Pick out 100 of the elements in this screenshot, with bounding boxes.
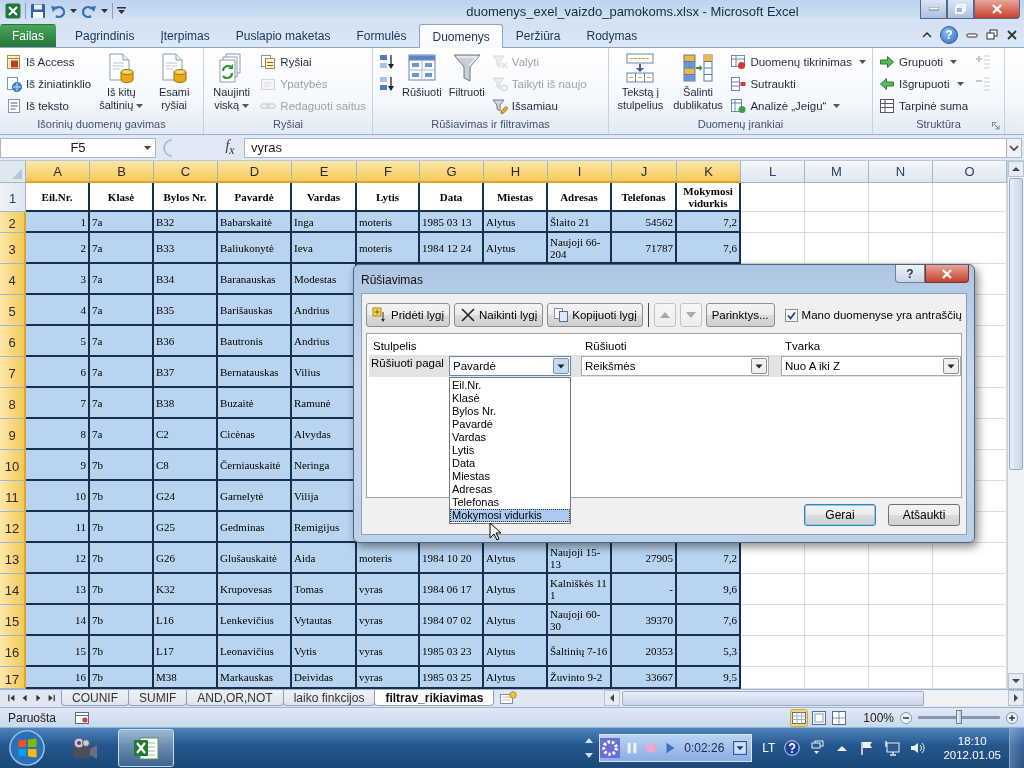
previous-sheet-icon[interactable] xyxy=(21,693,29,703)
caret-icon[interactable] xyxy=(733,741,748,755)
dropdown-field[interactable]: Nuo A iki Z xyxy=(781,356,961,376)
first-sheet-icon[interactable] xyxy=(8,693,16,703)
spreadsheet-app-icon[interactable] xyxy=(5,3,21,19)
close-icon[interactable] xyxy=(1006,29,1018,41)
caret-icon[interactable] xyxy=(101,9,108,13)
ribbon-button[interactable]: Naujinti viską xyxy=(208,50,256,112)
row-header[interactable]: 10 xyxy=(0,450,26,481)
column-header[interactable]: J xyxy=(612,161,677,183)
sheet-tab[interactable]: laiko finkcijos xyxy=(282,690,376,706)
ribbon-button[interactable]: Grupuoti xyxy=(877,51,971,73)
scroll-right-icon[interactable] xyxy=(1008,690,1024,706)
dialog-button[interactable]: Atšaukti xyxy=(888,504,960,526)
page-break-view-icon[interactable] xyxy=(831,709,848,726)
ribbon-button[interactable]: Esami ryšiai xyxy=(149,50,199,112)
dropdown-option[interactable]: Pavardė xyxy=(450,418,570,431)
ribbon-button[interactable]: Analizė „Jeigu“ xyxy=(728,95,868,117)
close-button[interactable] xyxy=(974,0,1020,19)
help-button[interactable]: ? xyxy=(895,265,925,283)
taskbar-app-button[interactable] xyxy=(118,729,174,767)
ribbon-button[interactable]: Rūšiuoti xyxy=(400,50,444,99)
restore-icon[interactable] xyxy=(986,29,998,41)
page-layout-view-icon[interactable] xyxy=(811,709,828,726)
column-header[interactable]: K xyxy=(677,161,741,183)
ribbon-tab[interactable]: Pagrindinis xyxy=(62,24,148,47)
checkbox[interactable] xyxy=(784,308,798,322)
ribbon-tab[interactable]: Puslapio maketas xyxy=(222,24,344,47)
ribbon-tab[interactable]: Duomenys xyxy=(419,24,503,48)
column-header[interactable]: F xyxy=(357,161,420,183)
column-header[interactable]: I xyxy=(548,161,612,183)
zoom-slider-thumb[interactable] xyxy=(956,710,962,724)
row-header[interactable]: 8 xyxy=(0,388,26,419)
row-header[interactable]: 6 xyxy=(0,326,26,357)
column-header[interactable]: O xyxy=(933,161,1007,183)
row-header[interactable]: 5 xyxy=(0,295,26,326)
ribbon-tab[interactable]: Peržiūra xyxy=(502,24,574,47)
row-header[interactable]: 4 xyxy=(0,264,26,295)
row-header[interactable]: 2 xyxy=(0,212,26,233)
formula-field[interactable]: vyras xyxy=(244,137,1006,158)
monitor-icon[interactable] xyxy=(884,740,901,756)
sort-level-row[interactable]: Rūšiuoti pagal Pavardė Reikšmės Nuo A iki Z xyxy=(369,355,959,377)
dropdown-option[interactable]: Telefonas xyxy=(450,496,570,509)
ribbon-button[interactable]: Tekstą į stulpelius xyxy=(613,50,668,112)
dropdown-option[interactable]: Klasė xyxy=(450,392,570,405)
scrollbar-thumb[interactable] xyxy=(1009,178,1023,470)
ribbon-button[interactable]: Iš Access xyxy=(4,51,94,73)
ribbon-button[interactable]: Tarpinė suma xyxy=(877,95,971,117)
dropdown-option[interactable]: Eil.Nr. xyxy=(450,379,570,392)
dropdown-field[interactable]: Reikšmės xyxy=(581,356,769,376)
ribbon-button[interactable]: Iš teksto xyxy=(4,95,94,117)
next-sheet-icon[interactable] xyxy=(34,693,42,703)
ribbon-button[interactable]: Šalinti dublikatus xyxy=(670,50,726,112)
ribbon-button[interactable]: Iš kitų šaltinių xyxy=(96,50,147,112)
dropdown-option[interactable]: Mokymosi vidurkis xyxy=(450,509,570,522)
ribbon-button[interactable]: Sutraukti xyxy=(728,73,868,95)
column-header[interactable]: G xyxy=(420,161,484,183)
ribbon-tab[interactable]: Failas xyxy=(0,24,56,47)
ribbon-tab[interactable]: Formulės xyxy=(343,24,420,47)
redo-icon[interactable] xyxy=(81,3,97,19)
customize-menu-icon[interactable] xyxy=(117,7,126,15)
name-box[interactable]: F5 xyxy=(0,137,156,158)
ribbon-button[interactable]: Iš žiniatinklio xyxy=(4,73,94,95)
zoom-in-icon[interactable] xyxy=(1006,711,1018,724)
dialog-launcher-icon[interactable] xyxy=(992,122,1000,130)
dropdown-field[interactable]: Pavardė xyxy=(449,356,571,376)
language-indicator[interactable]: LT xyxy=(762,741,776,755)
sheet-tab[interactable]: SUMIF xyxy=(128,690,188,706)
column-header[interactable]: N xyxy=(869,161,933,183)
checkbox-label[interactable]: Mano duomenyse yra antraščių xyxy=(801,309,962,321)
normal-view-icon[interactable] xyxy=(791,709,808,726)
sheet-tab[interactable]: AND,OR,NOT xyxy=(186,690,284,706)
macro-record-icon[interactable] xyxy=(74,709,91,726)
sheet-tab[interactable]: filtrav_rikiavimas xyxy=(374,690,495,706)
ribbon-tab[interactable]: Įterpimas xyxy=(147,24,223,47)
column-header[interactable]: A xyxy=(26,161,90,183)
row-header[interactable]: 16 xyxy=(0,636,26,667)
ribbon-button[interactable]: Išsamiau xyxy=(489,95,589,117)
dropdown-option[interactable]: Lytis xyxy=(450,444,570,457)
overlapping-windows-icon[interactable] xyxy=(809,740,826,756)
toolbar-button[interactable]: Kopijuoti lygį xyxy=(547,303,643,327)
ribbon-button[interactable]: Išgrupuoti xyxy=(877,73,971,95)
dropdown-option[interactable]: Bylos Nr. xyxy=(450,405,570,418)
scrollbar-thumb[interactable] xyxy=(622,690,924,706)
row-header[interactable]: 11 xyxy=(0,481,26,512)
toolbar-button[interactable]: Parinktys... xyxy=(705,303,775,327)
toolbar-button[interactable]: Pridėti lygį xyxy=(366,303,451,327)
column-header[interactable]: L xyxy=(741,161,805,183)
expand-chevron-icon[interactable] xyxy=(1006,137,1022,158)
toolbar-button[interactable]: Naikinti lygį xyxy=(454,303,544,327)
dropdown-option[interactable]: Data xyxy=(450,457,570,470)
row-header[interactable]: 14 xyxy=(0,574,26,605)
close-button[interactable] xyxy=(925,265,969,283)
save-icon[interactable] xyxy=(30,3,46,19)
scroll-left-icon[interactable] xyxy=(604,690,620,706)
help-icon[interactable] xyxy=(784,740,801,756)
column-header[interactable]: H xyxy=(484,161,548,183)
horizontal-scrollbar[interactable] xyxy=(604,690,1024,706)
row-header[interactable]: 12 xyxy=(0,512,26,543)
caret-icon[interactable] xyxy=(70,9,77,13)
